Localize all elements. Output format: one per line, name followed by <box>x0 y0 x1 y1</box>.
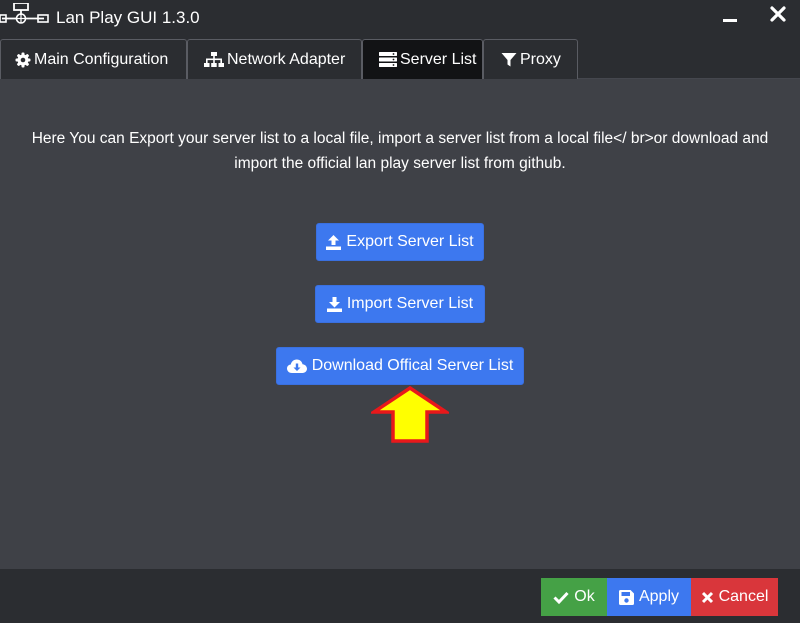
tab-bar: Main Configuration Network Adapter Serve… <box>0 36 800 79</box>
check-icon <box>553 591 569 604</box>
tab-label: Main Configuration <box>34 50 169 68</box>
window-title: Lan Play GUI 1.3.0 <box>56 8 200 27</box>
annotation-arrow-icon <box>371 386 449 443</box>
cloud-download-icon <box>286 359 307 373</box>
import-button-label: Import Server List <box>346 295 474 312</box>
download-official-server-list-button[interactable]: Download Offical Server List <box>276 347 524 385</box>
minimize-button[interactable] <box>720 10 742 30</box>
ok-button[interactable]: Ok <box>541 578 607 616</box>
import-server-list-button[interactable]: Import Server List <box>315 285 485 323</box>
export-server-list-button[interactable]: Export Server List <box>316 223 484 261</box>
save-icon <box>618 589 634 605</box>
download-button-label: Download Offical Server List <box>311 357 514 374</box>
apply-button[interactable]: Apply <box>607 578 691 616</box>
tab-main-configuration[interactable]: Main Configuration <box>0 39 187 79</box>
tab-server-list[interactable]: Server List <box>362 39 483 79</box>
minimize-icon <box>723 19 737 22</box>
download-icon <box>326 296 342 312</box>
network-icon <box>204 51 224 67</box>
upload-icon <box>326 234 342 250</box>
title-bar: Lan Play GUI 1.3.0 <box>0 0 800 36</box>
close-icon <box>701 591 713 603</box>
ok-label: Ok <box>574 588 595 605</box>
cancel-button[interactable]: Cancel <box>691 578 778 616</box>
gear-icon <box>15 52 31 67</box>
tab-label: Network Adapter <box>227 50 346 68</box>
export-button-label: Export Server List <box>346 233 474 250</box>
tab-label: Server List <box>400 50 477 68</box>
tab-proxy[interactable]: Proxy <box>483 39 578 79</box>
tab-label: Proxy <box>520 50 561 68</box>
server-list-description: Here You can Export your server list to … <box>31 130 769 172</box>
cancel-label: Cancel <box>718 588 769 605</box>
apply-label: Apply <box>638 588 680 605</box>
server-icon <box>379 52 397 67</box>
close-icon[interactable] <box>765 3 791 27</box>
network-globe-icon <box>0 3 49 24</box>
tab-network-adapter[interactable]: Network Adapter <box>187 39 362 79</box>
filter-icon <box>501 52 517 66</box>
